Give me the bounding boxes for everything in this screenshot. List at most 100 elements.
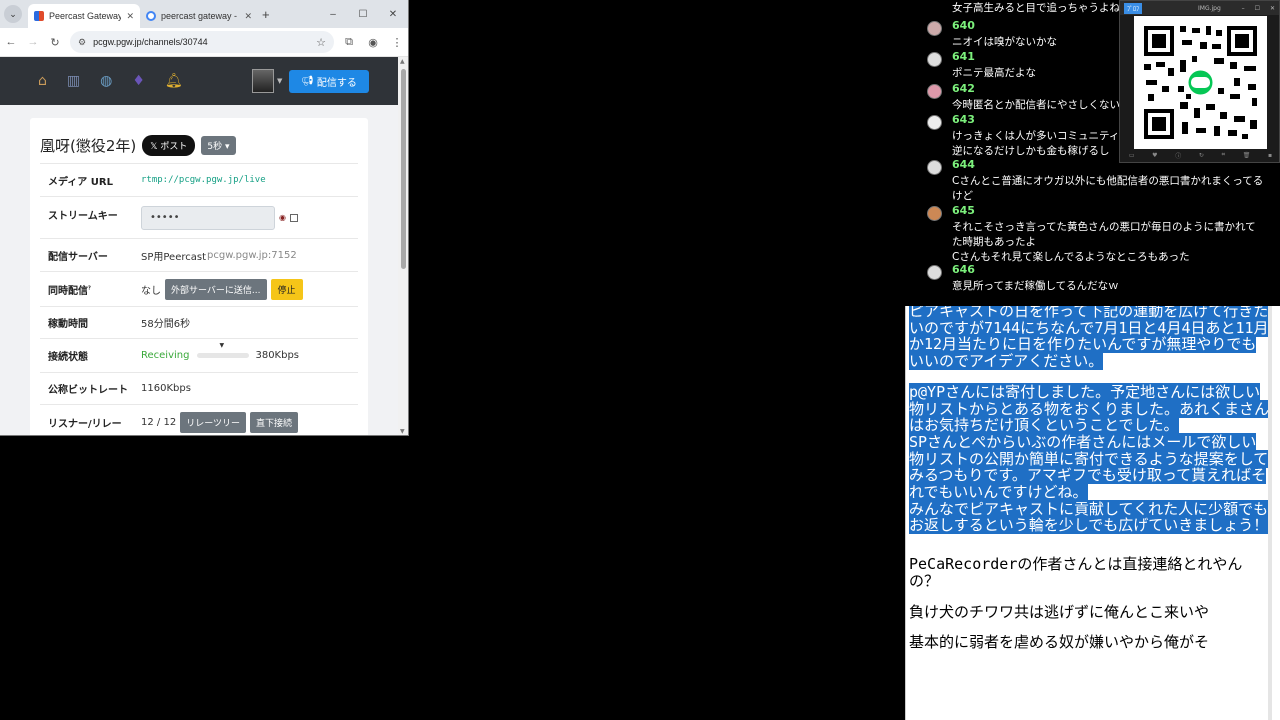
forward-icon[interactable]: → [22, 36, 44, 48]
media-url-value[interactable]: rtmp://pcgw.pgw.jp/live [141, 175, 266, 185]
comment-number: 640 [952, 19, 975, 32]
channel-card: 凰呀(懲役2年) 𝕏 ポスト 5秒 ▾ メディア URL rtmp://pcgw… [30, 118, 368, 435]
listeners-label: リスナー/リレー [48, 418, 122, 430]
close-window-button[interactable]: ✕ [378, 9, 408, 20]
chart-icon[interactable]: ▥ [67, 73, 80, 89]
show-key-checkbox[interactable] [289, 213, 298, 222]
extensions-icon[interactable]: ⧉ [338, 36, 360, 49]
site-navbar: ⌂ ▥ ◍ ♦ 🔔︎ ▼ 📢︎ 配信する [0, 57, 398, 105]
new-tab-button[interactable]: + [262, 7, 270, 22]
comment-text: ポニテ最高だよな [952, 67, 1036, 79]
server-value: SP用Peercast [141, 251, 207, 263]
close-tab-icon[interactable]: ✕ [244, 11, 252, 22]
maximize-button[interactable]: ☐ [1255, 5, 1260, 12]
delete-icon[interactable]: 🗑︎ [1243, 152, 1251, 159]
megaphone-icon: 📢︎ [301, 76, 314, 87]
close-tab-icon[interactable]: ✕ [126, 11, 134, 22]
viewer-tag[interactable]: ﾌﾟﾛﾌ [1124, 2, 1143, 14]
row-stream-key: ストリームキー ••••• ◉ [40, 197, 358, 239]
menu-kebab-icon[interactable]: ⋮ [386, 36, 408, 49]
note-paragraph: 負け犬のチワワ共は逃げずに俺んとこ来いや [909, 602, 1210, 621]
fire-icon[interactable]: ♦ [132, 73, 145, 89]
interval-select[interactable]: 5秒 ▾ [201, 136, 236, 155]
more-icon[interactable]: ▪ [1268, 152, 1272, 159]
interval-value: 5秒 [207, 142, 223, 152]
server-label: 配信サーバー [48, 251, 108, 263]
comment-number: 641 [952, 50, 975, 63]
broadcast-button[interactable]: 📢︎ 配信する [289, 70, 369, 93]
tab-google-search[interactable]: peercast gateway - ✕ [140, 4, 258, 28]
minimize-button[interactable]: – [318, 9, 348, 20]
image-viewer-toolbar: ▭ ♥ ⓘ ↻ ⌗ 🗑︎ ▪ [1120, 148, 1280, 162]
x-post-button[interactable]: 𝕏 ポスト [142, 135, 196, 156]
favorite-icon[interactable]: ♥ [1152, 152, 1157, 159]
channel-header: 凰呀(懲役2年) 𝕏 ポスト 5秒 ▾ [40, 128, 358, 164]
desktop: ⌄ Peercast Gateway / ✕ peercast gateway … [0, 0, 1280, 720]
eye-icon[interactable]: ◉ [279, 213, 286, 222]
row-connection: 接続状態 Receiving ▼ 380Kbps [40, 339, 358, 373]
globe-icon[interactable]: ◍ [100, 73, 112, 89]
window-controls: – ☐ ✕ [318, 0, 408, 28]
simulcast-label: 同時配信 [48, 285, 88, 297]
scroll-down-icon[interactable]: ▼ [400, 428, 405, 435]
row-media-url: メディア URL rtmp://pcgw.pgw.jp/live [40, 164, 358, 197]
direct-connection-button[interactable]: 直下接続 [250, 411, 299, 433]
bell-icon[interactable]: 🔔︎ [165, 73, 183, 89]
browser-toolbar: ← → ↻ ⚙ pcgw.pgw.jp/channels/30744 ☆ ⧉ ◉… [0, 28, 408, 57]
profile-icon[interactable]: ◉ [362, 36, 384, 49]
comment-number: 644 [952, 158, 975, 171]
connection-status: Receiving [141, 350, 190, 361]
address-bar[interactable]: ⚙ pcgw.pgw.jp/channels/30744 ☆ [70, 31, 334, 53]
stream-key-input[interactable]: ••••• [141, 205, 275, 230]
reload-icon[interactable]: ↻ [44, 36, 66, 49]
chevron-down-icon[interactable]: ▼ [277, 77, 282, 85]
site-info-icon[interactable]: ⚙ [78, 37, 86, 48]
notes-text[interactable]: ピアキャストの日を作って下記の運動を広げて行きたいのですが7144にちなんで7月… [909, 306, 1270, 651]
stop-button[interactable]: 停止 [270, 278, 303, 300]
row-uptime: 稼動時間 58分間6秒 [40, 307, 358, 339]
comment-text: 女子高生みると目で追っちゃうよね [952, 2, 1120, 14]
home-icon[interactable]: ⌂ [38, 73, 47, 89]
rotate-icon[interactable]: ↻ [1199, 152, 1204, 159]
simulcast-value: なし [141, 285, 161, 297]
listeners-value: 12 / 12 [141, 416, 177, 428]
tab-peercast-gateway[interactable]: Peercast Gateway / ✕ [28, 4, 140, 28]
comment-text: 意見所ってまだ稼働してるんだなｗ [952, 280, 1119, 292]
tab-search-button[interactable]: ⌄ [4, 5, 22, 23]
maximize-button[interactable]: ☐ [348, 9, 378, 20]
notes-panel[interactable]: ピアキャストの日を作って下記の運動を広げて行きたいのですが7144にちなんで7月… [905, 306, 1280, 720]
tab-strip: ⌄ Peercast Gateway / ✕ peercast gateway … [0, 0, 408, 28]
relay-tree-button[interactable]: リレーツリー [180, 411, 247, 433]
viewer-title: IMG.jpg [1198, 4, 1221, 12]
commenter-avatar [927, 21, 942, 36]
send-external-server-button[interactable]: 外部サーバーに送信... [165, 278, 267, 300]
help-icon[interactable]: ? [88, 285, 91, 291]
commenter-avatar [927, 265, 942, 280]
zoom-out-icon[interactable]: ▭ [1129, 152, 1135, 159]
peercast-favicon [34, 11, 44, 21]
channel-title: 凰呀(懲役2年) [40, 137, 137, 155]
user-avatar[interactable] [252, 69, 274, 93]
comment-text: 今時匿名とか配信者にやさしくないよな [952, 99, 1141, 111]
page-viewport: ⌂ ▥ ◍ ♦ 🔔︎ ▼ 📢︎ 配信する 凰呀(懲役2年) 𝕏 ポスト 5秒 ▾ [0, 57, 398, 435]
scrollbar-thumb[interactable] [401, 69, 406, 269]
page-scrollbar[interactable]: ▲ ▼ [398, 57, 408, 435]
google-favicon [146, 11, 156, 21]
bookmark-star-icon[interactable]: ☆ [316, 36, 326, 49]
note-paragraph: ピアキャストの日を作って下記の運動を広げて行きたいのですが7144にちなんで7月… [909, 306, 1269, 371]
comment-text: それこそさっき言ってた黄色さんの悪口が毎日のように書かれて た時期もあったよ C… [952, 221, 1256, 263]
notes-scrollbar[interactable] [1268, 306, 1272, 720]
back-icon[interactable]: ← [0, 36, 22, 48]
qr-code-image [1134, 16, 1267, 149]
x-logo-icon: 𝕏 [150, 142, 158, 152]
info-icon[interactable]: ⓘ [1175, 151, 1181, 160]
minimize-button[interactable]: – [1242, 5, 1245, 12]
comment-text: けっきょくは人が多いコミュニティだと 逆になるだけしかも金も稼げるし [952, 130, 1141, 157]
scroll-up-icon[interactable]: ▲ [400, 58, 405, 65]
commenter-avatar [927, 160, 942, 175]
crop-icon[interactable]: ⌗ [1222, 151, 1225, 159]
commenter-avatar [927, 115, 942, 130]
close-window-button[interactable]: ✕ [1270, 5, 1275, 12]
row-listeners: リスナー/リレー 12 / 12 リレーツリー 直下接続 [40, 405, 358, 435]
row-simulcast: 同時配信? なし 外部サーバーに送信... 停止 [40, 272, 358, 307]
